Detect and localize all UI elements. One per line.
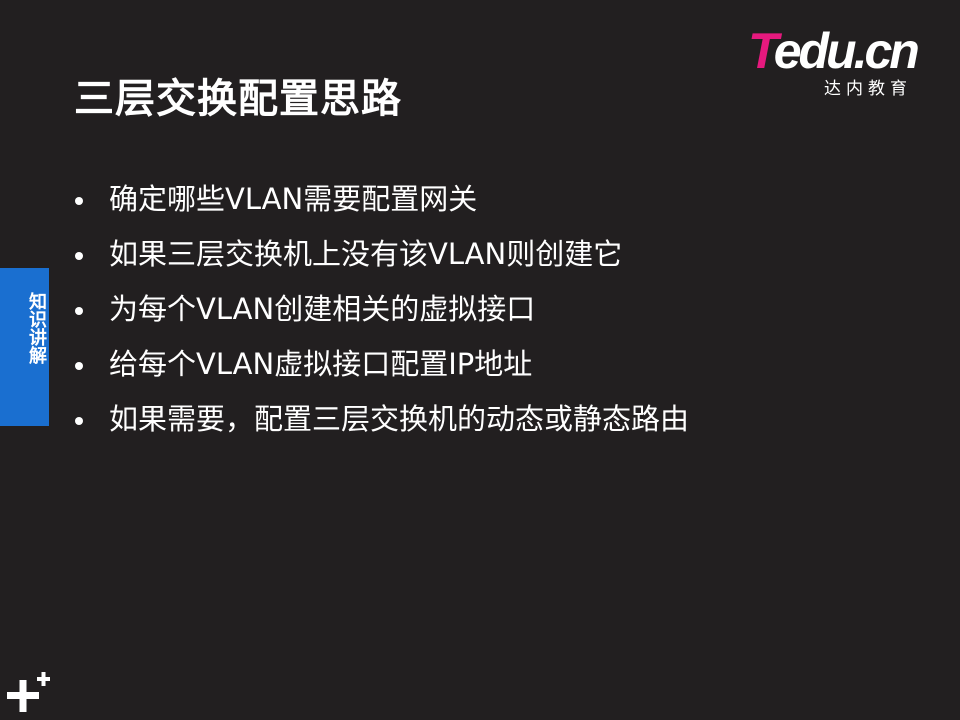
bullet-dot-icon	[75, 417, 83, 425]
bullet-text: 如果三层交换机上没有该VLAN则创建它	[109, 237, 623, 271]
bullet-list: 确定哪些VLAN需要配置网关 如果三层交换机上没有该VLAN则创建它 为每个VL…	[72, 172, 689, 447]
slide-title: 三层交换配置思路	[74, 76, 402, 122]
bullet-item: 如果需要，配置三层交换机的动态或静态路由	[72, 392, 689, 447]
bullet-item: 给每个VLAN虚拟接口配置IP地址	[72, 337, 689, 392]
bullet-item: 如果三层交换机上没有该VLAN则创建它	[72, 227, 689, 282]
plus-icon	[7, 672, 50, 712]
bullet-text: 确定哪些VLAN需要配置网关	[109, 182, 478, 216]
slide: 三层交换配置思路 Tedu.cn 达内教育 确定哪些VLAN需要配置网关 如果三…	[0, 0, 960, 720]
bullet-item: 为每个VLAN创建相关的虚拟接口	[72, 282, 689, 337]
bullet-item: 确定哪些VLAN需要配置网关	[72, 172, 689, 227]
logo-word-rest: edu.cn	[773, 23, 920, 79]
bullet-dot-icon	[75, 252, 83, 260]
bullet-text: 如果需要，配置三层交换机的动态或静态路由	[109, 402, 690, 436]
logo-letter-t: T	[748, 23, 777, 79]
logo-wordmark: Tedu.cn	[748, 23, 920, 79]
knowledge-tab-label: 知识讲解	[26, 292, 47, 364]
bullet-text: 给每个VLAN虚拟接口配置IP地址	[109, 347, 533, 381]
bullet-dot-icon	[75, 362, 83, 370]
logo-subtitle: 达内教育	[824, 79, 912, 99]
bullet-text: 为每个VLAN创建相关的虚拟接口	[109, 292, 536, 326]
knowledge-tab: 知识讲解	[0, 268, 49, 426]
bullet-dot-icon	[75, 197, 83, 205]
tedu-logo: Tedu.cn 达内教育	[748, 23, 928, 99]
bullet-dot-icon	[75, 307, 83, 315]
